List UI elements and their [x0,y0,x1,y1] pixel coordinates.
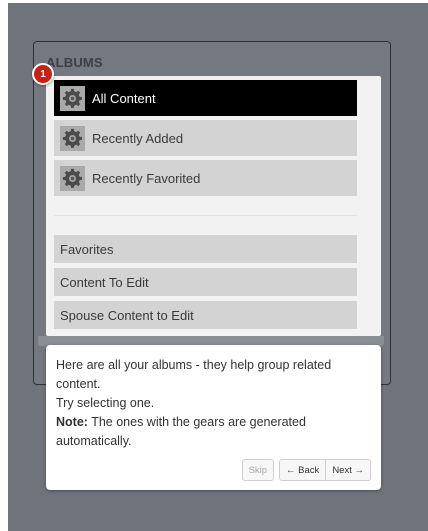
gear-icon [60,85,85,111]
tour-nav-group: ← Back Next → [279,459,371,481]
albums-menu: All Content Recently Added Recently Favo… [46,76,381,336]
album-item-content-to-edit[interactable]: Content To Edit [54,268,357,296]
album-item-label: All Content [92,90,156,106]
tour-buttons: Skip ← Back Next → [241,459,371,481]
tour-tooltip-text: Here are all your albums - they help gro… [56,356,368,451]
album-item-label: Favorites [60,241,114,257]
tour-text-intro: Here are all your albums - they help gro… [56,358,332,391]
gear-icon [60,165,85,191]
album-item-label: Content To Edit [60,274,149,290]
album-item-spouse-content-to-edit[interactable]: Spouse Content to Edit [54,301,357,329]
step-number-badge: 1 [32,63,54,85]
back-button[interactable]: ← Back [279,459,327,481]
tour-tooltip: Here are all your albums - they help gro… [46,345,381,490]
album-item-all-content[interactable]: All Content [54,80,357,116]
skip-button[interactable]: Skip [241,459,275,481]
tour-note-text: The ones with the gears are generated au… [56,415,306,448]
album-item-label: Spouse Content to Edit [60,307,194,323]
albums-title: ALBUMS [46,55,103,70]
gear-icon [60,125,85,151]
album-item-label: Recently Favorited [92,170,201,186]
album-item-favorites[interactable]: Favorites [54,235,357,263]
album-item-label: Recently Added [92,130,184,146]
next-button[interactable]: Next → [326,459,371,481]
tour-note-label: Note: [56,415,88,429]
album-item-recently-favorited[interactable]: Recently Favorited [54,160,357,196]
tour-text-instruction: Try selecting one. [56,396,155,410]
menu-divider [54,215,357,216]
album-item-recently-added[interactable]: Recently Added [54,120,357,156]
tour-text-note: Note: The ones with the gears are genera… [56,413,368,451]
page: ALBUMS All Content Recently Added Recent… [0,0,428,531]
